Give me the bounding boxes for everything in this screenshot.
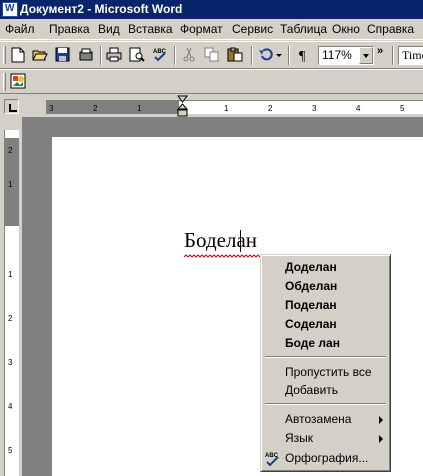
ruler-tick: 4 [8,402,13,411]
ruler-tick: 1 [137,104,142,113]
spelling-context-menu: Доделан Обделан Поделан Соделан Боде лан… [260,254,391,472]
ruler-tick: 1 [224,104,229,113]
drawing-icon[interactable] [8,72,28,91]
undo-dropdown-icon[interactable] [274,46,284,65]
font-value: Time [402,48,423,62]
document-word[interactable]: Боделан [184,228,257,253]
language-item[interactable]: Язык [285,431,313,445]
ruler-tick: 2 [268,104,273,113]
menu-tools[interactable]: Сервис [232,22,273,36]
word-app-icon[interactable] [2,2,18,17]
toolbar-separator [392,46,394,65]
horizontal-ruler-bar: 3 2 1 1 2 3 4 5 [0,95,423,117]
window-title: Документ2 - Microsoft Word [20,2,183,16]
ruler-tick: 2 [8,146,13,155]
menu-format[interactable]: Формат [180,22,223,36]
secondary-toolbar [0,69,423,94]
ruler-tick: 5 [400,104,405,113]
toolbar-grip[interactable] [3,73,6,91]
open-folder-icon[interactable] [30,46,50,65]
ruler-tick: 3 [312,104,317,113]
svg-text:¶: ¶ [299,49,306,62]
ignore-all-item[interactable]: Пропустить все [285,365,372,379]
suggestion-item[interactable]: Соделан [285,317,337,331]
font-combobox[interactable]: Time [398,46,423,65]
menu-separator [265,403,386,405]
tab-selector[interactable] [4,99,19,114]
toolbar-separator [251,46,253,65]
menu-bar: Файл Правка Вид Вставка Формат Сервис Та… [0,19,423,40]
toolbar-separator [288,46,290,65]
ruler-tick: 4 [356,104,361,113]
ruler-tick: 3 [8,358,13,367]
print-icon[interactable] [104,46,124,65]
ruler-tick: 1 [8,270,13,279]
text-cursor [240,230,241,252]
undo-icon[interactable] [256,46,276,65]
standard-toolbar: ABC ¶ 117% » Time [0,41,423,69]
menu-table[interactable]: Таблица [280,22,327,36]
toolbar-separator [174,46,176,65]
menu-window[interactable]: Окно [332,22,360,36]
paste-icon[interactable] [225,46,245,65]
print-preview-icon[interactable] [127,46,147,65]
vertical-ruler[interactable]: 2 1 1 2 3 4 5 [4,130,19,476]
suggestion-item[interactable]: Боде лан [285,336,340,350]
copy-icon[interactable] [202,46,222,65]
submenu-arrow-icon [379,416,383,424]
indent-marker-icon[interactable] [177,95,188,117]
show-formatting-icon[interactable]: ¶ [294,46,314,65]
suggestion-item[interactable]: Доделан [285,260,337,274]
title-bar: Документ2 - Microsoft Word [0,0,423,19]
menu-edit[interactable]: Правка [49,22,90,36]
zoom-value: 117% [322,48,352,62]
add-to-dictionary-item[interactable]: Добавить [285,383,338,397]
autocorrect-item[interactable]: Автозамена [285,412,351,426]
zoom-combobox[interactable]: 117% [318,46,374,65]
ruler-tick: 5 [8,446,13,455]
submenu-arrow-icon [379,435,383,443]
suggestion-item[interactable]: Обделан [285,279,337,293]
menu-insert[interactable]: Вставка [128,22,173,36]
spelling-icon: ABC [265,453,279,467]
toolbar-grip[interactable] [3,46,6,64]
toolbar-separator [100,46,102,65]
save-icon[interactable] [52,46,72,65]
ruler-tick: 2 [8,314,13,323]
permissions-icon[interactable] [76,46,96,65]
ruler-margin [46,101,179,114]
cut-icon[interactable] [179,46,199,65]
new-document-icon[interactable] [8,46,28,65]
menu-view[interactable]: Вид [98,22,120,36]
menu-file[interactable]: Файл [5,22,35,36]
horizontal-ruler[interactable]: 3 2 1 1 2 3 4 5 [46,100,423,114]
spelling-item[interactable]: Орфография... [285,451,368,465]
ruler-tick: 3 [49,104,54,113]
spelling-error-underline [184,254,262,258]
suggestion-item[interactable]: Поделан [285,298,337,312]
ruler-tick: 1 [8,180,13,189]
toolbar-options-icon[interactable]: » [377,45,383,57]
ruler-tick: 2 [93,104,98,113]
menu-separator [265,356,386,358]
spelling-grammar-icon[interactable]: ABC [150,46,170,65]
menu-help[interactable]: Справка [367,22,414,36]
zoom-dropdown-arrow[interactable] [359,47,373,64]
